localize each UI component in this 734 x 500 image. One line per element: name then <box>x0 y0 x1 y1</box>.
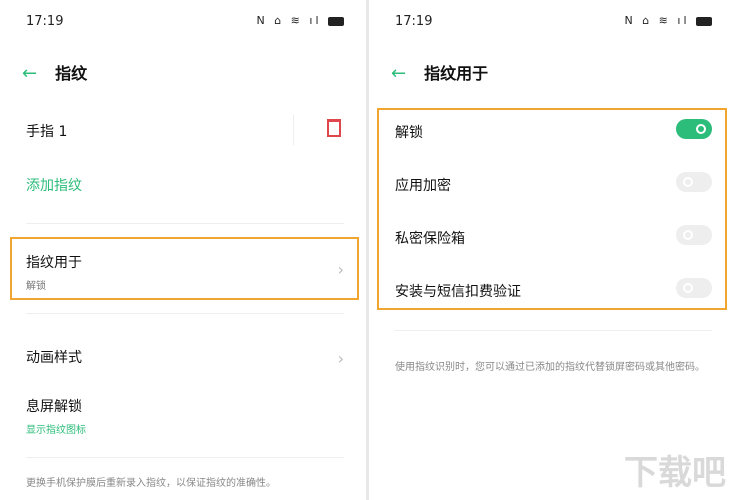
page-title: 指纹 <box>55 64 88 83</box>
toggle-switch[interactable] <box>676 278 712 298</box>
status-bar: 17:19 N ⌂ ≋ ıl <box>395 14 712 30</box>
time: 17:19 <box>26 14 64 29</box>
delete-icon[interactable] <box>327 119 341 137</box>
note-text: 使用指纹识别时，您可以通过已添加的指纹代替锁屏密码或其他密码。 <box>395 362 705 373</box>
chevron-right-icon: › <box>337 349 344 368</box>
add-fingerprint-link[interactable]: 添加指纹 <box>26 175 344 195</box>
fingerprint-screen: 17:19 N ⌂ ≋ ıl ← 指纹 手指 1 添加指纹 指纹用于 解锁 › 动画样式… <box>0 0 366 500</box>
status-icons: N ⌂ ≋ ıl <box>256 14 344 27</box>
toggle-switch[interactable] <box>676 225 712 245</box>
chevron-right-icon: › <box>337 260 344 279</box>
option-install-sms-verify[interactable]: 安装与短信扣费验证 <box>395 278 712 301</box>
back-arrow-icon[interactable]: ← <box>391 63 406 84</box>
page-title: 指纹用于 <box>424 64 489 83</box>
option-private-safe[interactable]: 私密保险箱 <box>395 225 712 248</box>
battery-icon <box>696 16 712 26</box>
animation-style-item[interactable]: 动画样式 › <box>26 347 344 368</box>
page-header: ← 指纹用于 <box>391 60 488 84</box>
note-text: 更换手机保护膜后重新录入指纹，以保证指纹的准确性。 <box>26 478 276 489</box>
option-unlock[interactable]: 解锁 <box>395 119 712 142</box>
status-bar: 17:19 N ⌂ ≋ ıl <box>26 14 344 30</box>
toggle-switch[interactable] <box>676 172 712 192</box>
watermark-logo: 下载吧 <box>624 453 726 493</box>
battery-icon <box>328 16 344 26</box>
option-app-lock[interactable]: 应用加密 <box>395 172 712 195</box>
back-arrow-icon[interactable]: ← <box>22 63 37 84</box>
page-header: ← 指纹 <box>22 60 87 84</box>
finger-item[interactable]: 手指 1 <box>26 115 344 145</box>
screen-off-unlock-item[interactable]: 息屏解锁 显示指纹图标 <box>26 396 344 436</box>
toggle-switch[interactable] <box>676 119 712 139</box>
fingerprint-usage-item[interactable]: 指纹用于 解锁 › <box>26 252 344 292</box>
fingerprint-usage-screen: 17:19 N ⌂ ≋ ıl ← 指纹用于 解锁 应用加密 私密保险箱 安装与短信扣… <box>369 0 734 500</box>
